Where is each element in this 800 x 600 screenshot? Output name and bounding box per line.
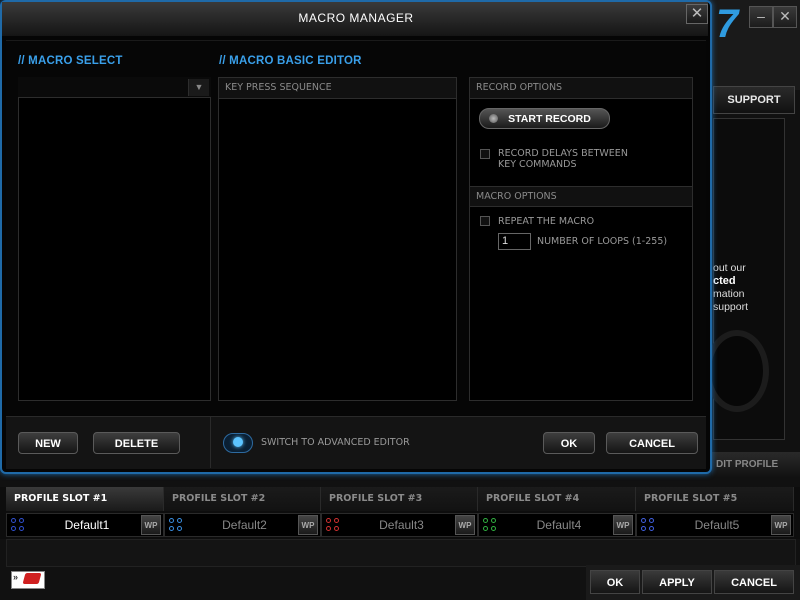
switch-advanced-editor-link[interactable]: SWITCH TO ADVANCED EDITOR: [261, 437, 410, 448]
repeat-macro-checkbox[interactable]: [480, 216, 490, 226]
loops-input[interactable]: 1: [498, 233, 531, 250]
macro-select-dropdown[interactable]: [18, 77, 211, 98]
main-ok-button[interactable]: OK: [590, 570, 640, 594]
chevron-down-icon[interactable]: ▼: [188, 79, 209, 96]
profile-slot-4[interactable]: PROFILE SLOT #4 Default4 WP: [478, 487, 636, 539]
repeat-macro-label: REPEAT THE MACRO: [498, 216, 595, 227]
profile-light-icon: [169, 518, 183, 532]
profile-row[interactable]: Default1 WP: [6, 513, 164, 537]
wp-button[interactable]: WP: [771, 515, 791, 535]
macro-basic-editor-title: // MACRO BASIC EDITOR: [219, 55, 362, 67]
edit-profile-button[interactable]: DIT PROFILE: [712, 452, 800, 478]
profile-name: Default2: [222, 518, 267, 532]
support-text: out our cted mation support: [713, 262, 783, 314]
profile-name: Default4: [536, 518, 582, 532]
profile-slot-label[interactable]: PROFILE SLOT #4: [478, 487, 636, 511]
new-button[interactable]: NEW: [18, 432, 78, 454]
profile-row[interactable]: Default4 WP: [478, 513, 636, 537]
loops-label: NUMBER OF LOOPS (1-255): [537, 236, 668, 247]
profile-name: Default3: [379, 518, 424, 532]
profile-light-icon: [326, 518, 340, 532]
delete-button[interactable]: DELETE: [93, 432, 180, 454]
profile-row[interactable]: Default3 WP: [321, 513, 478, 537]
start-record-button[interactable]: START RECORD: [479, 108, 610, 129]
profile-row[interactable]: Default2 WP: [164, 513, 321, 537]
tab-support[interactable]: SUPPORT: [713, 86, 795, 114]
profile-row[interactable]: Default5 WP: [636, 513, 794, 537]
wp-button[interactable]: WP: [298, 515, 318, 535]
ok-button[interactable]: OK: [543, 432, 595, 454]
record-options-header: RECORD OPTIONS: [470, 78, 692, 99]
wp-button[interactable]: WP: [141, 515, 161, 535]
support-line-1: out our: [713, 262, 746, 274]
macro-options-header: MACRO OPTIONS: [470, 186, 692, 207]
logo-icon: 7: [716, 2, 739, 46]
profile-slot-2[interactable]: PROFILE SLOT #2 Default2 WP: [164, 487, 321, 539]
profile-slot-label[interactable]: PROFILE SLOT #1: [6, 487, 164, 511]
cancel-button[interactable]: CANCEL: [606, 432, 698, 454]
key-press-sequence-header: KEY PRESS SEQUENCE: [219, 78, 456, 99]
main-apply-button[interactable]: APPLY: [642, 570, 712, 594]
record-delays-label: RECORD DELAYS BETWEEN KEY COMMANDS: [498, 148, 628, 170]
profile-light-icon: [641, 518, 655, 532]
macro-list[interactable]: [18, 77, 211, 401]
minimize-button[interactable]: –: [749, 6, 773, 28]
profile-slot-label[interactable]: PROFILE SLOT #2: [164, 487, 321, 511]
profile-slot-1[interactable]: PROFILE SLOT #1 Default1 WP: [6, 487, 164, 539]
profile-slot-5[interactable]: PROFILE SLOT #5 Default5 WP: [636, 487, 794, 539]
profile-name: Default1: [64, 518, 110, 532]
eye-pupil-icon: [233, 437, 243, 447]
app-close-button[interactable]: ✕: [773, 6, 797, 28]
main-cancel-button[interactable]: CANCEL: [714, 570, 794, 594]
footer-divider: [210, 416, 211, 468]
flag-icon: [22, 573, 42, 584]
key-press-sequence-panel[interactable]: KEY PRESS SEQUENCE: [218, 77, 457, 401]
wp-button[interactable]: WP: [455, 515, 475, 535]
profile-light-icon: [483, 518, 497, 532]
profile-name: Default5: [694, 518, 740, 532]
record-icon: [489, 114, 498, 123]
profile-slot-label[interactable]: PROFILE SLOT #5: [636, 487, 794, 511]
profile-slots-bar: PROFILE SLOT #1 Default1 WP PROFILE SLOT…: [0, 487, 800, 539]
profile-light-icon: [11, 518, 25, 532]
wp-button[interactable]: WP: [613, 515, 633, 535]
record-delays-checkbox[interactable]: [480, 149, 490, 159]
profile-info-strip: [6, 539, 796, 567]
profile-slot-label[interactable]: PROFILE SLOT #3: [321, 487, 478, 511]
support-line-4: support: [713, 301, 749, 313]
flag-arrow-icon: »: [13, 572, 19, 582]
profile-slot-3[interactable]: PROFILE SLOT #3 Default3 WP: [321, 487, 478, 539]
dialog-title: MACRO MANAGER: [298, 11, 414, 25]
wrench-icon: [705, 330, 769, 412]
support-line-3: mation: [713, 288, 745, 300]
support-line-2: cted: [713, 275, 736, 287]
close-button[interactable]: ✕: [686, 4, 708, 24]
macro-select-title: // MACRO SELECT: [18, 55, 123, 67]
